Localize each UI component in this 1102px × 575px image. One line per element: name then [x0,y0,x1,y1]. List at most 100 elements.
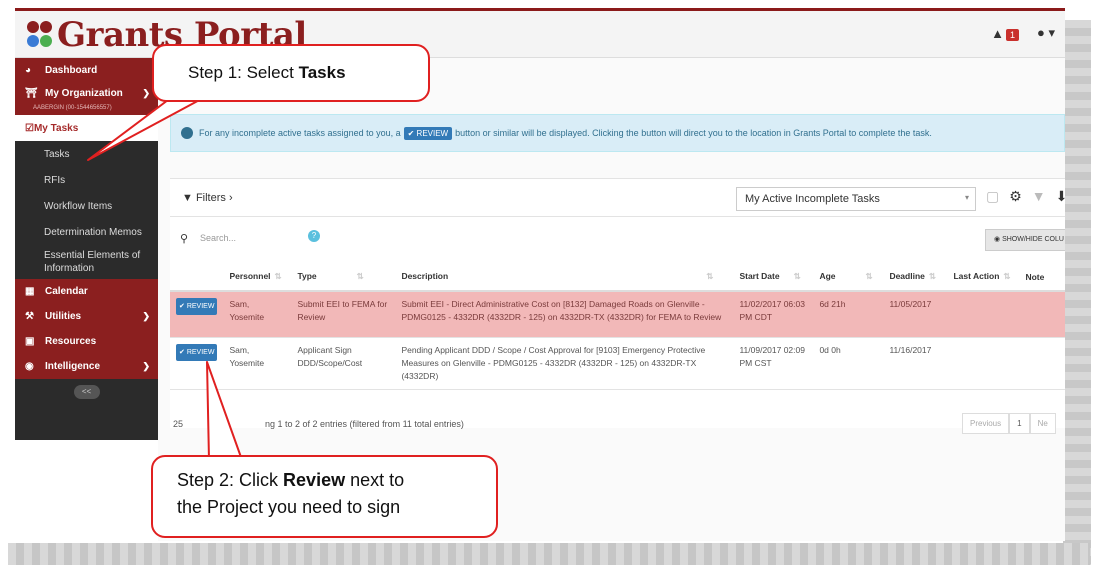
bell-icon: ▲ [991,25,1004,41]
step2-line2: the Project you need to sign [177,497,401,517]
sidebar-item-label: My Tasks [33,122,79,134]
download-icon[interactable]: ⬇ [1056,188,1065,205]
column-note[interactable]: Note [1019,263,1065,292]
sidebar-item-essential-elements[interactable]: Essential Elements of Information [15,245,158,279]
info-text-before: For any incomplete active tasks assigned… [199,128,401,138]
sidebar-item-label: My Organization [45,87,123,99]
sidebar-item-my-organization[interactable]: ⛩ My Organization ❯ [15,83,158,103]
column-type[interactable]: Type ⇅ [291,263,396,292]
view-select-value: My Active Incomplete Tasks [745,193,880,205]
frame-shadow-right [1063,20,1091,565]
step1-emphasis: Tasks [298,63,346,82]
sidebar-item-label: Resources [45,336,97,347]
notification-badge: 1 [1005,28,1019,41]
frame-shadow-bottom [8,543,1090,565]
sidebar-item-label: Utilities [45,311,82,322]
cell-type: Applicant Sign DDD/Scope/Cost [291,337,396,390]
cell-personnel: Sam, Yosemite [223,291,292,338]
column-start-date[interactable]: Start Date ⇅ [733,263,814,292]
sidebar-item-workflow-items[interactable]: Workflow Items [15,193,158,219]
cell-type: Submit EEI to FEMA for Review [291,291,396,338]
sidebar-item-label: Intelligence [45,361,101,372]
column-description[interactable]: Description ⇅ [395,263,734,292]
cell-note [1019,291,1065,338]
eye-icon: ◉ [25,361,34,372]
screenshot-stage: Grants Portal ▲ 1 ● ▾ ◕ Dashboard ⛩ My Orga… [0,0,1102,575]
cell-deadline: 11/05/2017 [883,291,948,338]
filters-toggle[interactable]: ▼ Filters › [182,192,233,204]
cell-deadline: 11/16/2017 [883,337,948,390]
cell-personnel: Sam, Yosemite [223,337,292,390]
cell-age: 6d 21h [813,291,884,338]
sidebar-item-resources[interactable]: ▣ Resources [15,329,158,354]
filters-row: ▼ Filters › My Active Incomplete Tasks ▾ … [170,179,1065,217]
review-button[interactable]: ✔ REVIEW [176,298,218,315]
info-alert: For any incomplete active tasks assigned… [170,114,1065,152]
row-action-cell: ✔ REVIEW [170,291,224,338]
page-1-button[interactable]: 1 [1009,413,1030,434]
sidebar-item-utilities[interactable]: ⚒ Utilities ❯ [15,304,158,329]
next-page-button[interactable]: Ne [1029,413,1056,434]
show-hide-columns-button[interactable]: ◉ SHOW/HIDE COLU [985,229,1065,251]
table-row: ✔ REVIEW Sam, Yosemite Submit EEI to FEM… [170,291,1065,338]
user-icon: ● [1036,25,1045,40]
column-deadline[interactable]: Deadline ⇅ [883,263,948,292]
sidebar: ◕ Dashboard ⛩ My Organization ❯ AABERGIN (0… [15,58,158,440]
column-action [170,263,224,292]
top-icons: ▲ 1 ● ▾ [991,25,1055,41]
calendar-icon: ▦ [25,286,35,297]
sidebar-item-tasks[interactable]: Tasks [15,141,158,167]
sidebar-item-my-tasks[interactable]: ☑ My Tasks [15,115,158,141]
view-select[interactable]: My Active Incomplete Tasks ▾ [736,187,976,211]
step1-text: Step 1: Select [188,63,299,82]
review-button[interactable]: ✔ REVIEW [176,343,218,361]
info-icon [181,127,193,139]
collapse-sidebar-button[interactable]: << [73,385,100,399]
notifications-button[interactable]: ▲ 1 [991,26,1019,41]
dashboard-icon: ◕ [25,65,32,76]
cell-description: Submit EEI - Direct Administrative Cost … [395,291,734,338]
gear-icon[interactable]: ⚙ [1009,188,1022,205]
cell-description: Pending Applicant DDD / Scope / Cost App… [395,337,734,390]
tasks-table: Personnel ⇅ Type ⇅ Description ⇅ Start Date… [170,263,1065,390]
page-length-select[interactable]: 25 [173,419,183,429]
column-age[interactable]: Age ⇅ [813,263,884,292]
wrench-icon: ⚒ [25,311,34,322]
save-icon[interactable]: ▢ [986,188,999,205]
sidebar-item-calendar[interactable]: ▦ Calendar [15,279,158,304]
tasks-panel: ▼ Filters › My Active Incomplete Tasks ▾ … [170,178,1065,434]
toolbar-icons: ▢ ⚙ ▼ ⬇ [986,188,1065,205]
chevron-down-icon: ❯ [142,361,150,371]
search-row: ⚲ Search... ? ◉ SHOW/HIDE COLU [170,225,1065,255]
organization-id: AABERGIN (00-1544656557) [15,103,158,115]
sidebar-item-rfis[interactable]: RFIs [15,167,158,193]
clear-filter-icon[interactable]: ▼ [1032,188,1046,205]
sidebar-item-dashboard[interactable]: ◕ Dashboard [15,58,158,83]
info-review-label: REVIEW [416,128,449,138]
chevron-down-icon: ▾ [964,193,969,202]
cell-start-date: 11/09/2017 02:09 PM CST [733,337,814,390]
step2-callout: Step 2: Click Review next to the Project… [151,455,498,538]
sidebar-item-determination-memos[interactable]: Determination Memos [15,219,158,245]
entries-info: ng 1 to 2 of 2 entries (filtered from 11… [265,419,464,429]
info-text-after: button or similar will be displayed. Cli… [455,128,932,138]
row-action-cell: ✔ REVIEW [170,337,224,390]
search-icon: ⚲ [180,233,189,245]
help-icon[interactable]: ? [308,230,320,242]
info-review-sample: ✔ REVIEW [403,126,453,140]
filter-icon: ▼ [182,192,193,204]
column-last-action[interactable]: Last Action ⇅ [947,263,1020,292]
chevron-down-icon: ❯ [142,87,150,98]
sidebar-item-label: Dashboard [45,65,98,76]
table-footer: 25 ng 1 to 2 of 2 entries (filtered from… [170,411,1065,441]
sidebar-item-intelligence[interactable]: ◉ Intelligence ❯ [15,354,158,379]
search-input[interactable]: Search... [200,233,236,243]
previous-page-button[interactable]: Previous [962,413,1010,434]
table-row: ✔ REVIEW Sam, Yosemite Applicant Sign DD… [170,337,1065,390]
show-hide-label: SHOW/HIDE COLU [1002,236,1064,243]
bank-icon: ⛩ [25,87,38,99]
user-menu-button[interactable]: ● ▾ [1037,25,1055,41]
cell-last-action [947,337,1020,390]
step1-callout: Step 1: Select Tasks [152,44,430,102]
column-personnel[interactable]: Personnel ⇅ [223,263,292,292]
